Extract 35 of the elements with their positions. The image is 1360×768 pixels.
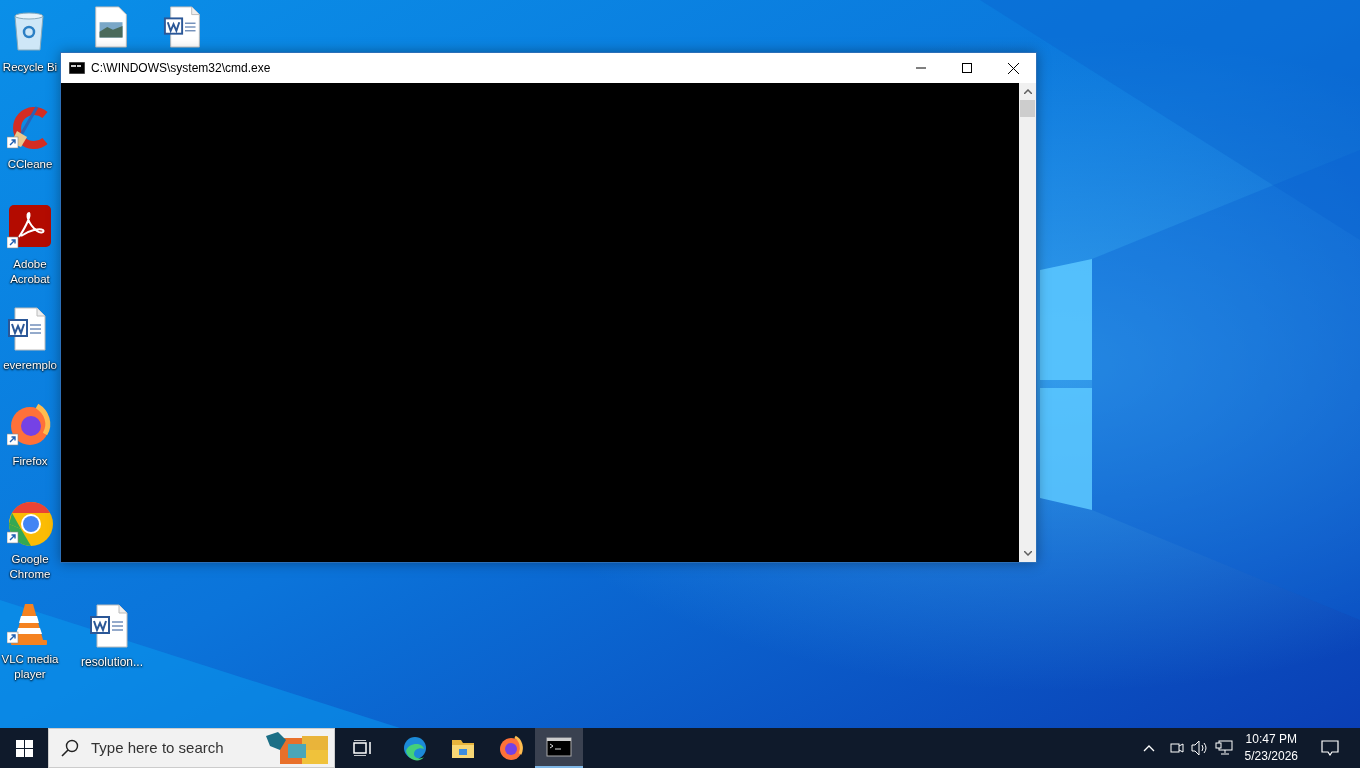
desktop-icon-label[interactable]: everemplo [3,358,57,373]
pdf-document-icon[interactable] [7,205,53,251]
window-title: C:\WINDOWS\system32\cmd.exe [91,60,271,77]
desktop-icon-label[interactable]: Google Chrome [1,552,59,582]
desktop-icon-label[interactable]: resolution... [80,655,143,670]
search-input[interactable]: Type here to search [89,735,259,761]
scroll-down-icon[interactable] [1023,551,1032,556]
volume-icon[interactable] [1190,740,1209,756]
scroll-up-icon[interactable] [1023,89,1032,94]
firefox-icon[interactable] [7,402,53,448]
chevron-up-icon[interactable] [1142,744,1155,752]
network-icon[interactable] [1214,740,1233,756]
desktop-icon-label[interactable]: Firefox [12,454,48,469]
console-icon [69,62,85,74]
edge-icon [402,735,428,761]
desktop-icon-label[interactable]: VLC media player [1,652,59,682]
desktop-icon-label[interactable]: Recycle Bi [2,60,58,75]
scrollbar[interactable] [1019,83,1036,562]
taskbar-app-button[interactable] [535,728,583,768]
chrome-icon[interactable] [7,500,53,546]
scroll-thumb[interactable] [1020,100,1035,117]
camera-icon[interactable] [1168,740,1185,756]
clock-time: 10:47 PM [1244,731,1298,748]
windows-logo-icon [15,739,33,757]
firefox-icon [498,735,524,761]
search-bar[interactable]: Type here to search [48,728,335,768]
clock[interactable]: 10:47 PM 5/23/2026 [1238,731,1304,765]
close-icon [1007,62,1019,74]
search-icon [61,739,79,757]
desktop-icon-label[interactable]: CCleane [7,157,53,172]
desktop-icon-label[interactable]: Adobe Acrobat [1,257,59,287]
clock-date: 5/23/2026 [1244,748,1298,765]
puzzle-icon [266,732,330,764]
console-icon [546,734,572,760]
maximize-icon [962,63,972,73]
